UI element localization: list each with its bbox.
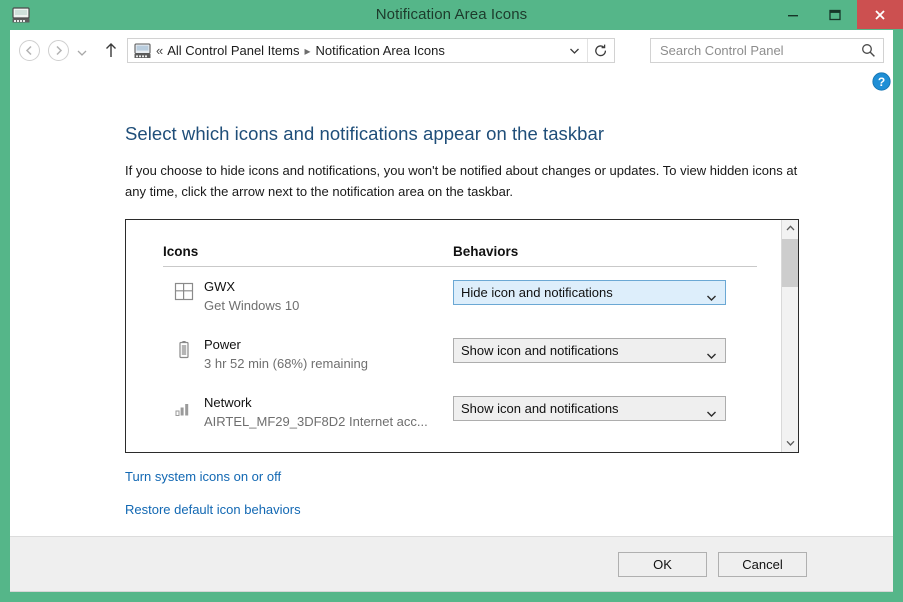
up-button[interactable] bbox=[101, 40, 121, 61]
breadcrumb[interactable]: «All Control Panel Items▸Notification Ar… bbox=[156, 39, 445, 62]
address-dropdown-button[interactable] bbox=[564, 39, 586, 62]
title-bar[interactable]: Notification Area Icons bbox=[0, 0, 903, 30]
help-button[interactable]: ? bbox=[872, 72, 891, 91]
page-title: Select which icons and notifications app… bbox=[125, 123, 604, 145]
minimize-icon bbox=[787, 9, 799, 21]
table-row[interactable]: GWX Get Windows 10 Hide icon and notific… bbox=[126, 275, 781, 333]
network-signal-icon bbox=[173, 397, 195, 419]
battery-icon bbox=[173, 339, 195, 361]
window-notification-area-icons: Notification Area Icons bbox=[0, 0, 903, 602]
dialog-footer: OK Cancel bbox=[10, 536, 893, 591]
chevron-down-icon bbox=[786, 440, 795, 446]
refresh-icon bbox=[594, 44, 608, 58]
page-description: If you choose to hide icons and notifica… bbox=[125, 160, 805, 202]
column-divider bbox=[163, 266, 757, 267]
scroll-down-button[interactable] bbox=[782, 435, 798, 452]
link-turn-system-icons-on-or-off[interactable]: Turn system icons on or off bbox=[125, 469, 281, 484]
svg-text:?: ? bbox=[878, 75, 885, 89]
navigation-bar: «All Control Panel Items▸Notification Ar… bbox=[10, 30, 893, 70]
chevron-up-icon bbox=[786, 225, 795, 231]
maximize-icon bbox=[829, 9, 841, 21]
close-icon bbox=[874, 9, 886, 21]
row-name: Power bbox=[204, 337, 241, 352]
icons-list: Icons Behaviors GWX Get Windows 10 Hide … bbox=[125, 219, 799, 453]
chevron-down-icon bbox=[706, 347, 717, 355]
scrollbar-vertical[interactable] bbox=[781, 220, 798, 452]
chevron-down-icon bbox=[706, 405, 717, 413]
behavior-dropdown-power[interactable]: Show icon and notifications bbox=[453, 338, 726, 363]
breadcrumb-item-all-control-panel-items[interactable]: All Control Panel Items bbox=[167, 43, 299, 58]
breadcrumb-overflow[interactable]: « bbox=[156, 43, 167, 58]
address-bar[interactable]: «All Control Panel Items▸Notification Ar… bbox=[127, 38, 615, 63]
row-name: GWX bbox=[204, 279, 235, 294]
column-header-behaviors: Behaviors bbox=[453, 244, 518, 259]
row-name: Network bbox=[204, 395, 252, 410]
row-subtitle: Get Windows 10 bbox=[204, 298, 299, 313]
ok-button[interactable]: OK bbox=[618, 552, 707, 577]
breadcrumb-separator: ▸ bbox=[299, 44, 315, 58]
behavior-value: Show icon and notifications bbox=[461, 339, 619, 362]
row-subtitle: AIRTEL_MF29_3DF8D2 Internet acc... bbox=[204, 414, 428, 429]
table-row[interactable]: Power 3 hr 52 min (68%) remaining Show i… bbox=[126, 333, 781, 391]
search-input[interactable] bbox=[660, 39, 850, 62]
cancel-button[interactable]: Cancel bbox=[718, 552, 807, 577]
forward-button[interactable] bbox=[48, 40, 69, 61]
close-button[interactable] bbox=[857, 0, 903, 29]
arrow-right-icon bbox=[53, 45, 64, 56]
windows-logo-icon bbox=[173, 281, 195, 303]
window-title: Notification Area Icons bbox=[0, 0, 903, 30]
control-panel-icon bbox=[134, 43, 151, 59]
scrollbar-thumb[interactable] bbox=[782, 239, 798, 287]
search-icon[interactable] bbox=[861, 43, 876, 58]
behavior-dropdown-gwx[interactable]: Hide icon and notifications bbox=[453, 280, 726, 305]
back-button[interactable] bbox=[19, 40, 40, 61]
chevron-down-icon bbox=[706, 289, 717, 297]
column-header-icons: Icons bbox=[163, 244, 198, 259]
minimize-button[interactable] bbox=[771, 0, 815, 29]
recent-locations-button[interactable] bbox=[76, 45, 88, 55]
behavior-value: Hide icon and notifications bbox=[461, 281, 613, 304]
behavior-value: Show icon and notifications bbox=[461, 397, 619, 420]
search-box[interactable] bbox=[650, 38, 884, 63]
table-row[interactable]: Network AIRTEL_MF29_3DF8D2 Internet acc.… bbox=[126, 391, 781, 449]
help-icon: ? bbox=[872, 72, 891, 91]
behavior-dropdown-network[interactable]: Show icon and notifications bbox=[453, 396, 726, 421]
arrow-up-icon bbox=[101, 40, 121, 61]
link-restore-default-icon-behaviors[interactable]: Restore default icon behaviors bbox=[125, 502, 301, 517]
scroll-up-button[interactable] bbox=[782, 220, 798, 237]
chevron-down-icon bbox=[76, 48, 88, 58]
chevron-down-icon bbox=[569, 47, 580, 55]
refresh-button[interactable] bbox=[587, 39, 614, 62]
maximize-button[interactable] bbox=[813, 0, 857, 29]
arrow-left-icon bbox=[24, 45, 35, 56]
row-subtitle: 3 hr 52 min (68%) remaining bbox=[204, 356, 368, 371]
breadcrumb-item-notification-area-icons[interactable]: Notification Area Icons bbox=[316, 43, 445, 58]
client-area: «All Control Panel Items▸Notification Ar… bbox=[10, 30, 893, 592]
